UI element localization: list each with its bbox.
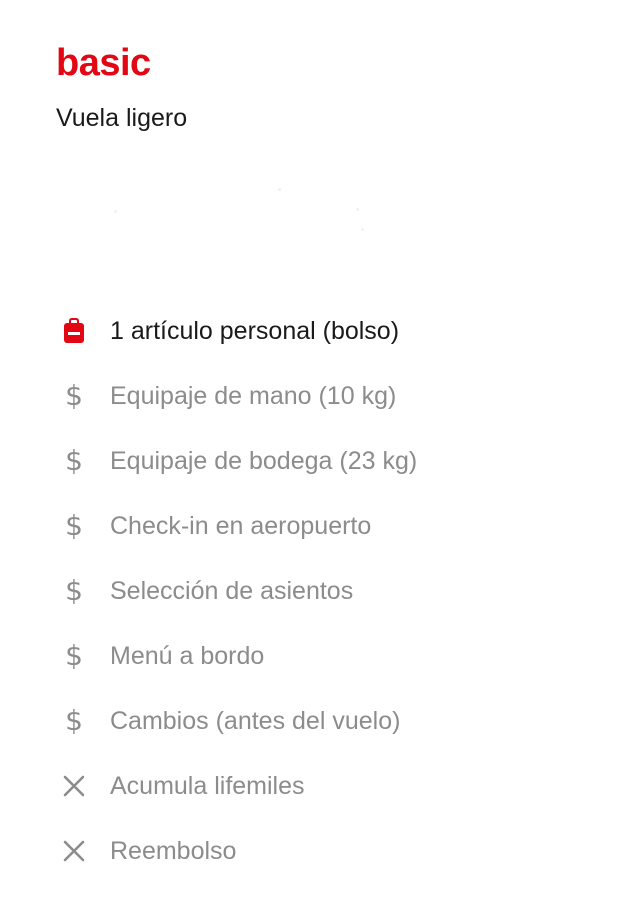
fare-tagline: Vuela ligero [56,104,188,132]
fare-card: basic Vuela ligero 1 artículo personal (… [0,0,619,904]
dollar-icon: $ [65,508,83,542]
dollar-icon: $ [65,703,83,737]
bag-icon [56,313,92,349]
feature-label: Selección de asientos [110,576,354,605]
dollar-icon: $ [65,378,83,412]
price-placeholder [56,170,396,250]
feature-item: $ Menú a bordo [56,623,576,688]
feature-label: Acumula lifemiles [110,771,305,800]
close-icon [56,768,92,804]
close-icon [56,833,92,869]
feature-item: Reembolso [56,818,576,883]
feature-item: $ Check-in en aeropuerto [56,493,576,558]
feature-label: Check-in en aeropuerto [110,511,372,540]
fare-features-list: 1 artículo personal (bolso) $ Equipaje de … [56,298,576,883]
feature-label: Equipaje de bodega (23 kg) [110,446,418,475]
feature-item: Acumula lifemiles [56,753,576,818]
feature-item: $ Equipaje de bodega (23 kg) [56,428,576,493]
fare-name: basic [56,42,151,84]
dollar-icon: $ [65,638,83,672]
feature-label: Cambios (antes del vuelo) [110,706,401,735]
feature-label: Menú a bordo [110,641,265,670]
feature-label: Reembolso [110,836,237,865]
feature-item: 1 artículo personal (bolso) [56,298,576,363]
feature-item: $ Selección de asientos [56,558,576,623]
feature-item: $ Equipaje de mano (10 kg) [56,363,576,428]
feature-label: 1 artículo personal (bolso) [110,316,400,345]
dollar-icon: $ [65,443,83,477]
feature-item: $ Cambios (antes del vuelo) [56,688,576,753]
feature-label: Equipaje de mano (10 kg) [110,381,397,410]
dollar-icon: $ [65,573,83,607]
